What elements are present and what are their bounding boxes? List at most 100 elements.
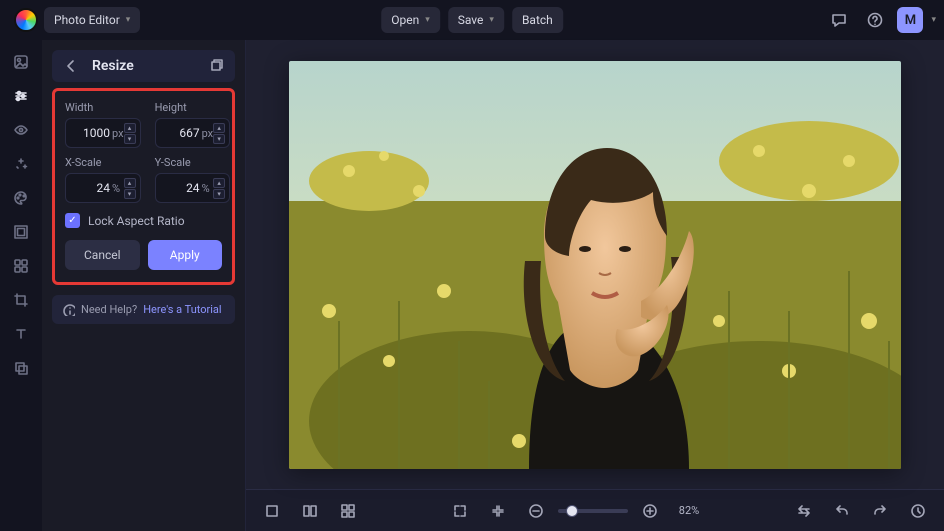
layout-split-button[interactable] xyxy=(296,497,324,525)
rail-text-icon[interactable] xyxy=(7,320,35,348)
yscale-step-down[interactable]: ▾ xyxy=(213,189,225,199)
yscale-field[interactable]: % ▴ ▾ xyxy=(155,173,231,203)
compare-button[interactable] xyxy=(790,497,818,525)
help-button[interactable] xyxy=(861,6,889,34)
zoom-slider[interactable] xyxy=(558,509,628,513)
panel-header: Resize xyxy=(52,50,235,82)
help-box: Need Help? Here's a Tutorial xyxy=(52,295,235,324)
save-button[interactable]: Save ▾ xyxy=(448,7,504,33)
height-field[interactable]: px ▴ ▾ xyxy=(155,118,231,148)
xscale-steppers: ▴ ▾ xyxy=(124,178,136,199)
fit-screen-button[interactable] xyxy=(484,497,512,525)
open-label: Open xyxy=(391,13,419,27)
undo-icon xyxy=(834,503,850,519)
yscale-input[interactable] xyxy=(164,181,200,195)
height-input[interactable] xyxy=(164,126,200,140)
top-center-actions: Open ▾ Save ▾ Batch xyxy=(381,7,563,33)
save-label: Save xyxy=(458,13,484,27)
compare-icon xyxy=(796,503,812,519)
rail-grid-icon[interactable] xyxy=(7,252,35,280)
height-step-down[interactable]: ▾ xyxy=(213,134,225,144)
canvas-area: 82% xyxy=(246,40,944,531)
xscale-step-up[interactable]: ▴ xyxy=(124,178,136,188)
width-label: Width xyxy=(65,101,141,114)
batch-button[interactable]: Batch xyxy=(512,7,563,33)
lock-aspect-row[interactable]: ✓ Lock Aspect Ratio xyxy=(65,213,222,228)
copy-icon xyxy=(208,58,224,74)
apply-button[interactable]: Apply xyxy=(148,240,223,270)
rail-eye-icon[interactable] xyxy=(7,116,35,144)
square-icon xyxy=(264,503,280,519)
xscale-label: X-Scale xyxy=(65,156,141,169)
rail-crop-icon[interactable] xyxy=(7,286,35,314)
rail-sparkle-icon[interactable] xyxy=(7,150,35,178)
redo-button[interactable] xyxy=(866,497,894,525)
avatar-letter: M xyxy=(905,13,916,28)
resize-controls-highlight: Width px ▴ ▾ Height px xyxy=(52,88,235,285)
chevron-down-icon: ▾ xyxy=(425,15,430,25)
chat-button[interactable] xyxy=(825,6,853,34)
width-input[interactable] xyxy=(74,126,110,140)
height-step-up[interactable]: ▴ xyxy=(213,123,225,133)
panel-back-button[interactable] xyxy=(60,55,82,77)
rail-layers-icon[interactable] xyxy=(7,354,35,382)
panel-copy-button[interactable] xyxy=(205,55,227,77)
yscale-unit: % xyxy=(202,182,214,195)
panel-title: Resize xyxy=(92,58,195,74)
info-icon xyxy=(62,303,75,316)
rail-palette-icon[interactable] xyxy=(7,184,35,212)
contract-icon xyxy=(490,503,506,519)
chevron-down-icon: ▾ xyxy=(489,15,494,25)
app-logo-icon xyxy=(14,8,38,32)
undo-button[interactable] xyxy=(828,497,856,525)
chevron-down-icon: ▾ xyxy=(126,15,131,25)
redo-icon xyxy=(872,503,888,519)
width-field[interactable]: px ▴ ▾ xyxy=(65,118,141,148)
width-step-down[interactable]: ▾ xyxy=(124,134,136,144)
expand-icon xyxy=(452,503,468,519)
canvas-image[interactable] xyxy=(289,61,901,469)
xscale-field[interactable]: % ▴ ▾ xyxy=(65,173,141,203)
app-mode-dropdown[interactable]: Photo Editor ▾ xyxy=(44,7,140,33)
history-icon xyxy=(910,503,926,519)
height-unit: px xyxy=(202,127,214,140)
zoom-in-button[interactable] xyxy=(636,497,664,525)
canvas-stage[interactable] xyxy=(246,40,944,489)
rail-image-icon[interactable] xyxy=(7,48,35,76)
yscale-step-up[interactable]: ▴ xyxy=(213,178,225,188)
height-label: Height xyxy=(155,101,231,114)
xscale-unit: % xyxy=(112,182,124,195)
help-link[interactable]: Here's a Tutorial xyxy=(143,303,221,316)
chat-icon xyxy=(831,12,847,28)
rail-adjust-icon[interactable] xyxy=(7,82,35,110)
yscale-steppers: ▴ ▾ xyxy=(213,178,225,199)
user-avatar[interactable]: M xyxy=(897,7,923,33)
layout-grid-button[interactable] xyxy=(334,497,362,525)
zoom-controls: 82% xyxy=(522,497,706,525)
history-button[interactable] xyxy=(904,497,932,525)
xscale-step-down[interactable]: ▾ xyxy=(124,189,136,199)
zoom-slider-knob[interactable] xyxy=(566,505,578,517)
minus-circle-icon xyxy=(528,503,544,519)
cancel-button[interactable]: Cancel xyxy=(65,240,140,270)
top-bar: Photo Editor ▾ Open ▾ Save ▾ Batch M ▾ xyxy=(0,0,944,40)
grid-icon xyxy=(340,503,356,519)
fullscreen-button[interactable] xyxy=(446,497,474,525)
tool-rail xyxy=(0,40,42,531)
lock-aspect-checkbox[interactable]: ✓ xyxy=(65,213,80,228)
resize-panel: Resize Width px ▴ ▾ xyxy=(42,40,246,531)
xscale-input[interactable] xyxy=(74,181,110,195)
open-button[interactable]: Open ▾ xyxy=(381,7,440,33)
layout-single-button[interactable] xyxy=(258,497,286,525)
user-menu-chevron-icon[interactable]: ▾ xyxy=(931,15,936,25)
width-unit: px xyxy=(112,127,124,140)
yscale-label: Y-Scale xyxy=(155,156,231,169)
split-icon xyxy=(302,503,318,519)
zoom-out-button[interactable] xyxy=(522,497,550,525)
height-steppers: ▴ ▾ xyxy=(213,123,225,144)
bottom-bar: 82% xyxy=(246,489,944,531)
arrow-left-icon xyxy=(63,58,79,74)
width-step-up[interactable]: ▴ xyxy=(124,123,136,133)
rail-frame-icon[interactable] xyxy=(7,218,35,246)
top-right-actions: M ▾ xyxy=(825,6,936,34)
